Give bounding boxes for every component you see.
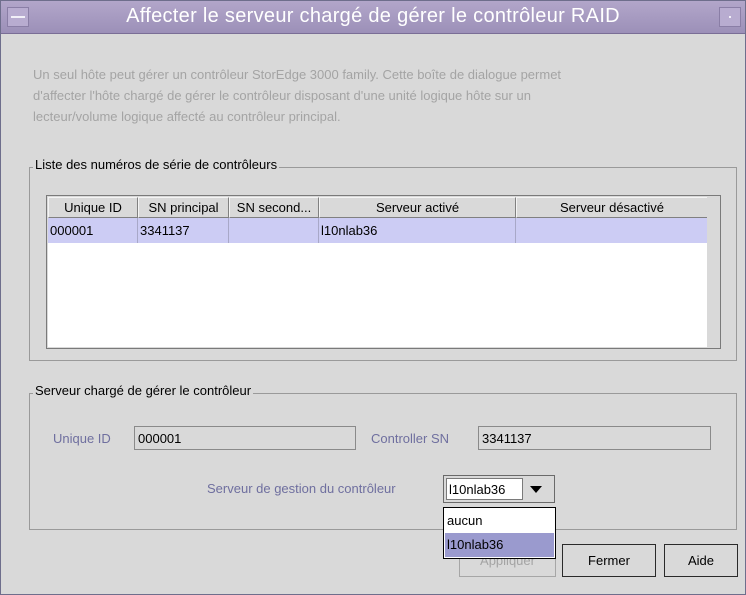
column-header-unique-id[interactable]: Unique ID (48, 197, 138, 218)
close-button[interactable]: Fermer (562, 544, 656, 577)
table-scroll-gutter (707, 197, 719, 347)
cell-server-inactive (516, 218, 708, 243)
cell-sn-secondary (229, 218, 319, 243)
column-header-sn-principal[interactable]: SN principal (138, 197, 229, 218)
server-dropdown-list: aucun l10nlab36 (443, 507, 556, 559)
cell-server-active: l10nlab36 (319, 218, 516, 243)
unique-id-field: 000001 (134, 426, 356, 450)
dropdown-option-l10nlab36[interactable]: l10nlab36 (445, 533, 554, 557)
cell-unique-id: 000001 (48, 218, 138, 243)
table-empty-area (48, 243, 707, 347)
server-select[interactable]: l10nlab36 (443, 475, 555, 503)
controller-table: Unique ID SN principal SN second... Serv… (46, 195, 721, 349)
manager-group (29, 393, 737, 530)
controller-sn-field: 3341137 (478, 426, 711, 450)
column-header-server-inactive[interactable]: Serveur désactivé (516, 197, 708, 218)
column-header-sn-secondary[interactable]: SN second... (229, 197, 319, 218)
dialog-window: Affecter le serveur chargé de gérer le c… (0, 0, 746, 595)
title-bar[interactable]: Affecter le serveur chargé de gérer le c… (1, 1, 745, 34)
description-line-1: Un seul hôte peut gérer un contrôleur St… (33, 67, 562, 82)
window-menu-button[interactable] (7, 7, 29, 27)
unique-id-label: Unique ID (53, 431, 111, 446)
minimize-button[interactable] (719, 7, 741, 27)
dropdown-option-aucun[interactable]: aucun (445, 509, 554, 533)
server-select-value[interactable]: l10nlab36 (446, 478, 523, 500)
column-header-server-active[interactable]: Serveur activé (319, 197, 516, 218)
description-line-3: lecteur/volume logique affecté au contrô… (33, 109, 341, 124)
dialog-description: Un seul hôte peut gérer un contrôleur St… (33, 64, 693, 127)
menu-dash-icon (11, 16, 25, 18)
cell-sn-principal: 3341137 (138, 218, 229, 243)
table-header: Unique ID SN principal SN second... Serv… (48, 197, 708, 218)
controller-list-group-label: Liste des numéros de série de contrôleur… (33, 157, 280, 172)
description-line-2: d'affecter l'hôte chargé de gérer le con… (33, 88, 531, 103)
minimize-dot-icon (729, 16, 731, 18)
manager-group-label: Serveur chargé de gérer le contrôleur (33, 383, 254, 398)
window-title: Affecter le serveur chargé de gérer le c… (126, 5, 620, 27)
chevron-down-icon[interactable] (530, 486, 542, 493)
controller-sn-label: Controller SN (371, 431, 450, 446)
table-row[interactable]: 000001 3341137 l10nlab36 (48, 218, 708, 243)
help-button[interactable]: Aide (664, 544, 738, 577)
server-select-label: Serveur de gestion du contrôleur (207, 481, 396, 496)
